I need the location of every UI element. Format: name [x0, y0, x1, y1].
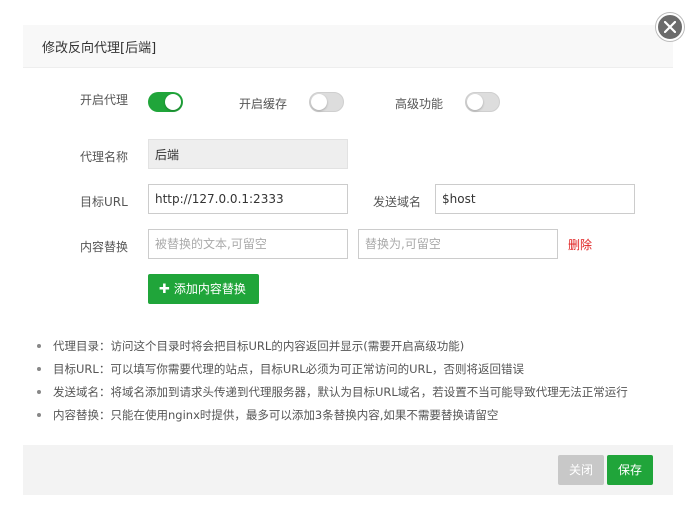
close-button[interactable]: 关闭 [558, 455, 604, 485]
toggle-knob [311, 94, 327, 110]
target-url-input[interactable] [148, 184, 348, 214]
send-domain-input[interactable] [435, 184, 635, 214]
enable-proxy-toggle[interactable] [148, 92, 183, 112]
tip-item: 发送域名：将域名添加到请求头传递到代理服务器，默认为目标URL域名，若设置不当可… [37, 384, 628, 400]
close-x-glyph [664, 21, 676, 33]
tip-item: 内容替换：只能在使用nginx时提供，最多可以添加3条替换内容,如果不需要替换请… [37, 407, 498, 423]
target-url-label: 目标URL [80, 195, 128, 209]
add-replace-label: 添加内容替换 [173, 282, 246, 296]
proxy-name-label: 代理名称 [80, 150, 129, 164]
enable-cache-label: 开启缓存 [239, 97, 288, 111]
plus-icon: ✚ [159, 282, 170, 297]
bullet-icon [37, 412, 41, 417]
enable-proxy-label: 开启代理 [80, 93, 129, 107]
dialog-title: 修改反向代理[后端] [42, 41, 157, 56]
enable-cache-toggle[interactable] [309, 92, 344, 112]
advanced-label: 高级功能 [395, 97, 444, 111]
add-replace-button[interactable]: ✚ 添加内容替换 [148, 274, 259, 304]
replace-from-input[interactable] [148, 229, 348, 259]
bullet-icon [37, 389, 41, 394]
delete-replace-link[interactable]: 删除 [568, 236, 592, 253]
dialog-header: 修改反向代理[后端] [23, 25, 673, 68]
tip-item: 代理目录：访问这个目录时将会把目标URL的内容返回并显示(需要开启高级功能) [37, 338, 464, 354]
close-icon[interactable] [656, 13, 684, 41]
replace-to-input[interactable] [358, 229, 558, 259]
page: 修改反向代理[后端] 开启代理 开启缓存 高级功能 代理名称 目标URL 发送域… [0, 0, 699, 519]
toggle-knob [165, 94, 181, 110]
advanced-toggle[interactable] [465, 92, 500, 112]
bullet-icon [37, 343, 41, 348]
bullet-icon [37, 366, 41, 371]
proxy-name-field [148, 139, 348, 169]
save-button[interactable]: 保存 [607, 455, 653, 485]
send-domain-label: 发送域名 [373, 195, 422, 209]
content-replace-label: 内容替换 [80, 240, 129, 254]
dialog-footer: 关闭 保存 [23, 445, 673, 495]
tip-item: 目标URL：可以填写你需要代理的站点，目标URL必须为可正常访问的URL，否则将… [37, 361, 524, 377]
edit-proxy-dialog: 修改反向代理[后端] 开启代理 开启缓存 高级功能 代理名称 目标URL 发送域… [23, 25, 673, 495]
toggle-knob [467, 94, 483, 110]
